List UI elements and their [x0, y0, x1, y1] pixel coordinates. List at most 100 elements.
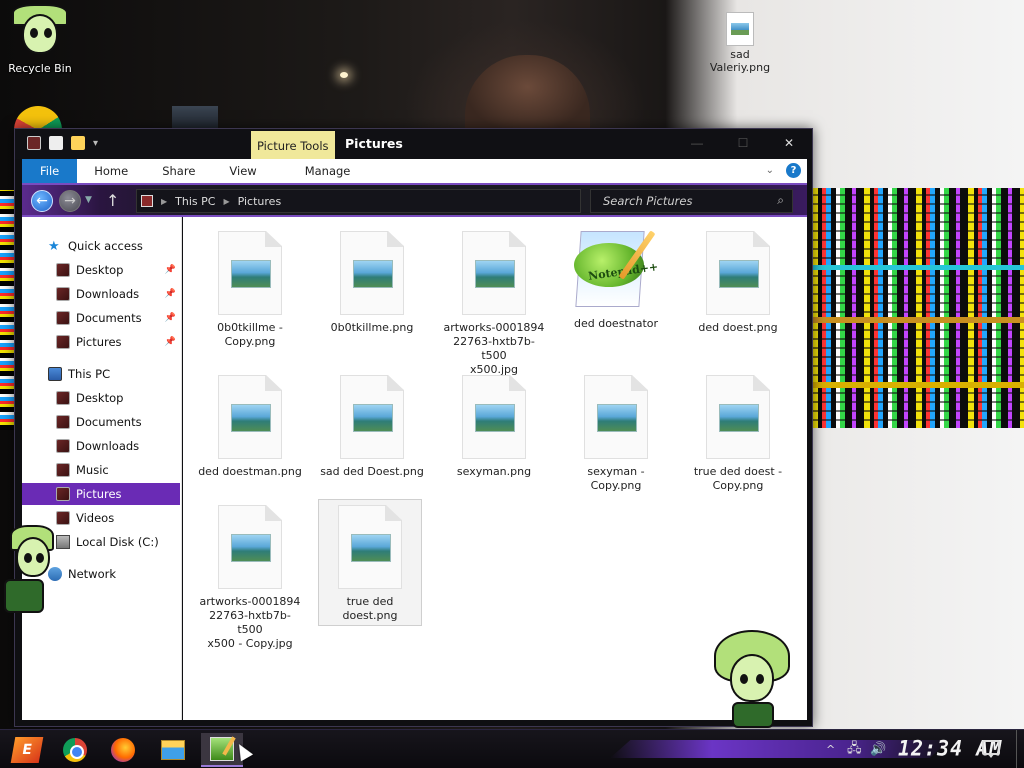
- image-file-icon: [340, 231, 404, 315]
- glitch-art: [812, 188, 1024, 428]
- new-folder-icon[interactable]: [71, 136, 85, 150]
- glitch-band: [812, 265, 1024, 270]
- file-item[interactable]: sexyman - Copy.png: [564, 375, 668, 493]
- tab-view[interactable]: View: [212, 159, 273, 183]
- file-item[interactable]: 0b0tkillme - Copy.png: [198, 231, 302, 349]
- file-item[interactable]: true ded doest - Copy.png: [686, 375, 790, 493]
- recycle-bin-shortcut[interactable]: Recycle Bin: [0, 0, 80, 75]
- tab-manage[interactable]: Manage: [288, 159, 368, 183]
- sidebar-item-label: Videos: [76, 511, 115, 525]
- file-item-selected[interactable]: true ded doest.png: [318, 499, 422, 626]
- image-file-icon: [462, 231, 526, 315]
- taskbar-firefox[interactable]: [102, 733, 144, 767]
- breadcrumb-separator-icon[interactable]: ▶: [161, 197, 167, 206]
- volume-icon[interactable]: 🔊: [870, 730, 886, 768]
- expand-ribbon-icon[interactable]: ⌄: [766, 165, 774, 176]
- image-file-icon: [340, 375, 404, 459]
- sidebar-item-label: Documents: [76, 415, 142, 429]
- file-name: 0b0tkillme - Copy.png: [217, 321, 283, 348]
- file-name: true ded doest - Copy.png: [693, 465, 783, 492]
- back-button[interactable]: ←: [31, 190, 53, 212]
- start-button[interactable]: E: [6, 733, 48, 767]
- peridot-sticker-right: [710, 630, 794, 728]
- computer-icon: [48, 367, 62, 381]
- image-file-icon: [338, 505, 402, 589]
- image-file-icon: [706, 375, 770, 459]
- ribbon-right-controls: ⌄ ?: [766, 163, 801, 178]
- search-input[interactable]: Search Pictures ⌕: [590, 189, 793, 213]
- quick-access-toolbar: ▾: [27, 136, 98, 150]
- properties-icon[interactable]: [49, 136, 63, 150]
- search-icon[interactable]: ⌕: [777, 193, 784, 208]
- qat-dropdown-icon[interactable]: ▾: [93, 138, 98, 149]
- sad-valeriy-label: sad Valeriy.png: [709, 48, 771, 74]
- sidebar-item-desktop-pc[interactable]: Desktop: [22, 387, 180, 409]
- navigation-bar: ← → ▼ ↑ ▶ This PC ▶ Pictures Search Pict…: [22, 183, 807, 217]
- window-controls: — ☐ ✕: [674, 129, 812, 157]
- sidebar-item-label: Network: [68, 567, 117, 581]
- file-item[interactable]: sexyman.png: [442, 375, 546, 479]
- sad-valeriy-shortcut[interactable]: sad Valeriy.png: [700, 12, 780, 74]
- taskbar-chrome[interactable]: [54, 733, 96, 767]
- sidebar-item-this-pc[interactable]: This PC: [22, 363, 180, 385]
- file-item[interactable]: 0b0tkillme.png: [320, 231, 424, 335]
- folder-icon: [56, 311, 70, 325]
- up-button[interactable]: ↑: [106, 191, 119, 210]
- peridot-sticker-left: [0, 525, 60, 615]
- sidebar-item-downloads[interactable]: Downloads 📌: [22, 283, 180, 305]
- sidebar-item-downloads-pc[interactable]: Downloads: [22, 435, 180, 457]
- action-center-icon[interactable]: [982, 740, 1000, 758]
- folder-icon: [56, 487, 70, 501]
- image-file-icon: [462, 375, 526, 459]
- sidebar-item-desktop[interactable]: Desktop 📌: [22, 259, 180, 281]
- title-bar[interactable]: ▾ Picture Tools Pictures — ☐ ✕: [15, 129, 812, 159]
- show-desktop-button[interactable]: [1016, 730, 1024, 768]
- taskbar-file-explorer[interactable]: [152, 733, 194, 767]
- breadcrumb-pictures[interactable]: Pictures: [238, 195, 282, 208]
- file-item[interactable]: artworks-0001894 22763-hxtb7b-t500 x500 …: [198, 505, 302, 651]
- sidebar-item-music[interactable]: Music: [22, 459, 180, 481]
- breadcrumb-separator-icon[interactable]: ▶: [223, 197, 229, 206]
- folder-icon: [56, 391, 70, 405]
- forward-button[interactable]: →: [59, 190, 81, 212]
- notepad-plus-plus-icon: Notepad++: [570, 223, 662, 313]
- tab-file[interactable]: File: [22, 159, 78, 183]
- recent-locations-icon[interactable]: ▼: [85, 195, 92, 205]
- sidebar-item-label: Quick access: [68, 239, 143, 253]
- tab-home[interactable]: Home: [77, 159, 145, 183]
- network-icon[interactable]: 🖧: [847, 730, 862, 768]
- desktop-thumbnail[interactable]: [172, 106, 218, 130]
- firefox-icon: [111, 738, 135, 762]
- folder-app-icon: [27, 136, 41, 150]
- file-item[interactable]: ded doest.png: [686, 231, 790, 335]
- sidebar-item-documents[interactable]: Documents 📌: [22, 307, 180, 329]
- minimize-button[interactable]: —: [674, 129, 720, 157]
- pin-icon: 📌: [164, 289, 176, 299]
- ribbon-tabs: File Home Share View Manage ⌄ ?: [22, 159, 807, 183]
- sidebar-item-pictures[interactable]: Pictures: [22, 483, 180, 505]
- sidebar-item-quick-access[interactable]: ★ Quick access: [22, 235, 180, 257]
- file-item[interactable]: ded doestman.png: [198, 375, 302, 479]
- file-name: 0b0tkillme.png: [330, 321, 414, 334]
- address-bar[interactable]: ▶ This PC ▶ Pictures: [136, 189, 581, 213]
- tab-share[interactable]: Share: [145, 159, 212, 183]
- file-item[interactable]: artworks-0001894 22763-hxtb7b-t500 x500.…: [442, 231, 546, 377]
- show-hidden-icons[interactable]: ^: [826, 730, 835, 768]
- file-explorer-window: ▾ Picture Tools Pictures — ☐ ✕ File Home…: [14, 128, 813, 727]
- file-name: sexyman - Copy.png: [587, 465, 645, 492]
- sidebar-item-documents-pc[interactable]: Documents: [22, 411, 180, 433]
- sidebar-item-pictures-quick[interactable]: Pictures 📌: [22, 331, 180, 353]
- image-file-icon: [706, 231, 770, 315]
- folder-icon: [56, 335, 70, 349]
- file-item[interactable]: Notepad++ ded doestnator: [564, 230, 668, 331]
- picture-tools-tab[interactable]: Picture Tools: [251, 131, 335, 159]
- sidebar-item-label: Local Disk (C:): [76, 535, 159, 549]
- help-icon[interactable]: ?: [786, 163, 801, 178]
- file-item[interactable]: sad ded Doest.png: [320, 375, 424, 479]
- file-name: sad ded Doest.png: [320, 465, 424, 478]
- image-file-icon: [584, 375, 648, 459]
- close-button[interactable]: ✕: [766, 129, 812, 157]
- maximize-button[interactable]: ☐: [720, 129, 766, 157]
- file-name: artworks-0001894 22763-hxtb7b-t500 x500 …: [199, 595, 301, 650]
- breadcrumb-this-pc[interactable]: This PC: [175, 195, 215, 208]
